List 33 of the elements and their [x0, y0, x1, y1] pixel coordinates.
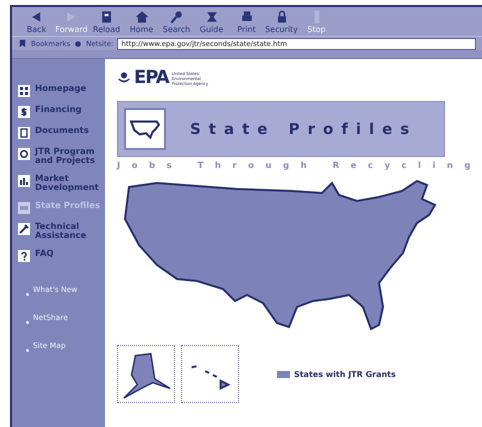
logo-text: EPA	[134, 69, 169, 87]
legend-label: States with JTR Grants	[294, 370, 396, 378]
banner-tagline: Jobs Through Recycling	[116, 161, 482, 171]
grid-icon	[18, 85, 30, 97]
logo-icon	[116, 71, 131, 85]
bullet-icon	[26, 348, 29, 352]
sidebar-item[interactable]: Market Development	[18, 175, 105, 193]
toolbar-button[interactable]: Search	[160, 9, 193, 36]
sidebar-item[interactable]: Technical Assistance	[18, 223, 105, 241]
chart-icon	[18, 175, 30, 187]
home-icon	[134, 9, 150, 25]
sidebar-item[interactable]: State Profiles	[18, 202, 105, 214]
toolbar-button[interactable]: Home	[125, 9, 158, 36]
sidebar-item[interactable]: Homepage	[18, 85, 105, 97]
bookmark-icon	[18, 39, 27, 48]
search-icon	[168, 9, 184, 25]
bullet-icon	[26, 292, 29, 296]
sidebar-item[interactable]: FAQ	[18, 250, 105, 262]
sidebar-item[interactable]: JTR Program and Projects	[18, 148, 105, 166]
us-outline-icon	[128, 118, 161, 140]
toolbar-button[interactable]: Guide	[195, 9, 228, 36]
legend-swatch	[276, 370, 290, 378]
sidebar-item[interactable]: Financing	[18, 106, 105, 118]
tool-icon	[18, 223, 30, 235]
dollar-icon	[18, 106, 30, 118]
question-icon	[18, 250, 30, 262]
toolbar-button[interactable]: Print	[230, 9, 263, 36]
banner-title: State Profiles	[190, 120, 418, 138]
toolbar-button[interactable]: Security	[265, 9, 298, 36]
toolbar-button[interactable]: Back	[20, 9, 53, 36]
toolbar-button[interactable]: Reload	[90, 9, 123, 36]
bullet-icon	[26, 320, 29, 324]
sidebar-item[interactable]: Documents	[18, 127, 105, 139]
